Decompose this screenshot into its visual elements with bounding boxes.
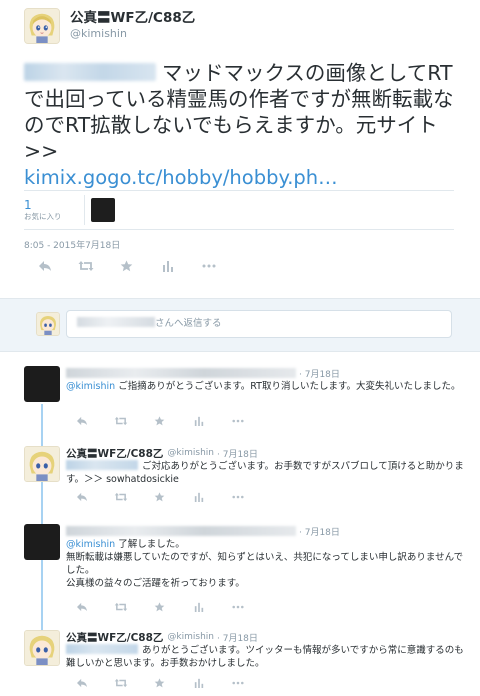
reply-time[interactable]: · 7月18日 bbox=[299, 525, 340, 538]
favorite-icon[interactable] bbox=[140, 678, 179, 688]
reply-text: @kimishin 了解しました。 無断転載は嫌悪していたのですが、知らずとはい… bbox=[66, 538, 464, 590]
reply-avatar[interactable] bbox=[24, 630, 60, 666]
retweet-icon[interactable] bbox=[101, 492, 140, 502]
author-avatar[interactable] bbox=[24, 8, 60, 44]
favorites-stat[interactable]: 1 お気に入り bbox=[24, 198, 84, 222]
reply-mention[interactable]: @kimishin bbox=[66, 539, 115, 550]
tweet-link[interactable]: kimix.gogo.tc/hobby/hobby.ph… bbox=[24, 165, 456, 191]
favorite-icon[interactable] bbox=[140, 602, 179, 612]
reply-body-line2: 無断転載は嫌悪していたのですが、知らずとはいえ、共犯になってしまい申し訳ありませ… bbox=[66, 552, 464, 576]
blurred-mention[interactable] bbox=[24, 63, 156, 81]
author-display-name[interactable]: 公真〓WF乙/C88乙 bbox=[70, 10, 195, 27]
reply-placeholder: さんへ返信する bbox=[155, 318, 222, 329]
blurred-reply-target bbox=[77, 317, 155, 327]
tweet-stats: 1 お気に入り bbox=[24, 190, 454, 230]
reply-header: 公真〓WF乙/C88乙 @kimishin · 7月18日 bbox=[66, 630, 258, 644]
reply-body: ご指摘ありがとうございます。RT取り消しいたします。大変失礼いたしました。 bbox=[115, 381, 461, 392]
reply-text: @kimishin ご指摘ありがとうございます。RT取り消しいたします。大変失礼… bbox=[66, 380, 464, 393]
main-tweet: 公真〓WF乙/C88乙 @kimishin マッドマックスの画像としてRTで出回… bbox=[0, 0, 480, 298]
reply-icon[interactable] bbox=[62, 602, 101, 612]
current-user-avatar bbox=[36, 312, 60, 336]
more-icon[interactable] bbox=[218, 681, 257, 685]
analytics-icon[interactable] bbox=[179, 678, 218, 688]
reply-icon[interactable] bbox=[62, 678, 101, 688]
reply-icon[interactable] bbox=[62, 416, 101, 426]
more-icon[interactable] bbox=[218, 419, 257, 423]
tweet-author: 公真〓WF乙/C88乙 @kimishin bbox=[24, 8, 456, 50]
favoriter-avatar[interactable] bbox=[91, 198, 115, 222]
reply-body-line1: 了解しました。 bbox=[115, 539, 185, 550]
reply-actions bbox=[62, 602, 257, 612]
reply-text: ありがとうございます。ツイッターも情報が多いですから常に意識するのも難しいかと思… bbox=[66, 644, 464, 670]
blurred-mention[interactable] bbox=[66, 644, 138, 654]
more-icon[interactable] bbox=[218, 605, 257, 609]
retweet-icon[interactable] bbox=[65, 260, 106, 272]
reply-avatar[interactable] bbox=[24, 524, 60, 560]
more-icon[interactable] bbox=[188, 264, 229, 268]
author-handle[interactable]: @kimishin bbox=[70, 27, 195, 41]
blurred-author[interactable] bbox=[66, 526, 296, 536]
reply-header: · 7月18日 bbox=[66, 524, 340, 538]
reply-tweet[interactable]: 公真〓WF乙/C88乙 @kimishin · 7月18日 ありがとうございます… bbox=[24, 630, 464, 696]
favorite-icon[interactable] bbox=[140, 416, 179, 426]
reply-author-name[interactable]: 公真〓WF乙/C88乙 bbox=[66, 630, 163, 645]
reply-author-handle[interactable]: @kimishin bbox=[167, 632, 214, 642]
reply-avatar[interactable] bbox=[24, 446, 60, 482]
analytics-icon[interactable] bbox=[147, 260, 188, 272]
analytics-icon[interactable] bbox=[179, 416, 218, 426]
tweet-timestamp[interactable]: 8:05 - 2015年7月18日 bbox=[24, 238, 120, 251]
reply-mention[interactable]: @kimishin bbox=[66, 381, 115, 392]
favorite-icon[interactable] bbox=[140, 492, 179, 502]
reply-header: · 7月18日 bbox=[66, 366, 340, 380]
more-icon[interactable] bbox=[218, 495, 257, 499]
reply-text: ご対応ありがとうございます。お手数ですがスパブロして頂けると助かります。＞＞ s… bbox=[66, 460, 464, 486]
reply-composer: さんへ返信する bbox=[0, 298, 480, 352]
blurred-mention[interactable] bbox=[66, 460, 138, 470]
retweet-icon[interactable] bbox=[101, 602, 140, 612]
retweet-icon[interactable] bbox=[101, 678, 140, 688]
stat-divider bbox=[84, 195, 85, 225]
favorite-icon[interactable] bbox=[106, 260, 147, 272]
tweet-actions bbox=[24, 260, 229, 272]
analytics-icon[interactable] bbox=[179, 492, 218, 502]
reply-time[interactable]: · 7月18日 bbox=[217, 447, 258, 460]
reply-tweet[interactable]: · 7月18日 @kimishin 了解しました。 無断転載は嫌悪していたのです… bbox=[24, 524, 464, 616]
favorites-count[interactable]: 1 bbox=[24, 198, 84, 212]
reply-author-handle[interactable]: @kimishin bbox=[167, 448, 214, 458]
reply-actions bbox=[62, 416, 257, 426]
reply-body-line3: 公真様の益々のご活躍を祈っております。 bbox=[66, 578, 245, 589]
reply-avatar[interactable] bbox=[24, 366, 60, 402]
reply-tweet[interactable]: 公真〓WF乙/C88乙 @kimishin · 7月18日 ご対応ありがとうござ… bbox=[24, 446, 464, 512]
reply-time[interactable]: · 7月18日 bbox=[299, 367, 340, 380]
reply-actions bbox=[62, 678, 257, 688]
reply-actions bbox=[62, 492, 257, 502]
favorites-label: お気に入り bbox=[24, 212, 62, 221]
retweet-icon[interactable] bbox=[101, 416, 140, 426]
reply-tweet[interactable]: · 7月18日 @kimishin ご指摘ありがとうございます。RT取り消しいた… bbox=[24, 366, 464, 432]
reply-icon[interactable] bbox=[24, 260, 65, 272]
analytics-icon[interactable] bbox=[179, 602, 218, 612]
blurred-author[interactable] bbox=[66, 368, 296, 378]
reply-time[interactable]: · 7月18日 bbox=[217, 631, 258, 644]
reply-input[interactable]: さんへ返信する bbox=[66, 310, 452, 338]
reply-author-name[interactable]: 公真〓WF乙/C88乙 bbox=[66, 446, 163, 461]
reply-header: 公真〓WF乙/C88乙 @kimishin · 7月18日 bbox=[66, 446, 258, 460]
reply-icon[interactable] bbox=[62, 492, 101, 502]
tweet-text: マッドマックスの画像としてRTで出回っている精霊馬の作者ですが無断転載なのでRT… bbox=[24, 60, 456, 191]
